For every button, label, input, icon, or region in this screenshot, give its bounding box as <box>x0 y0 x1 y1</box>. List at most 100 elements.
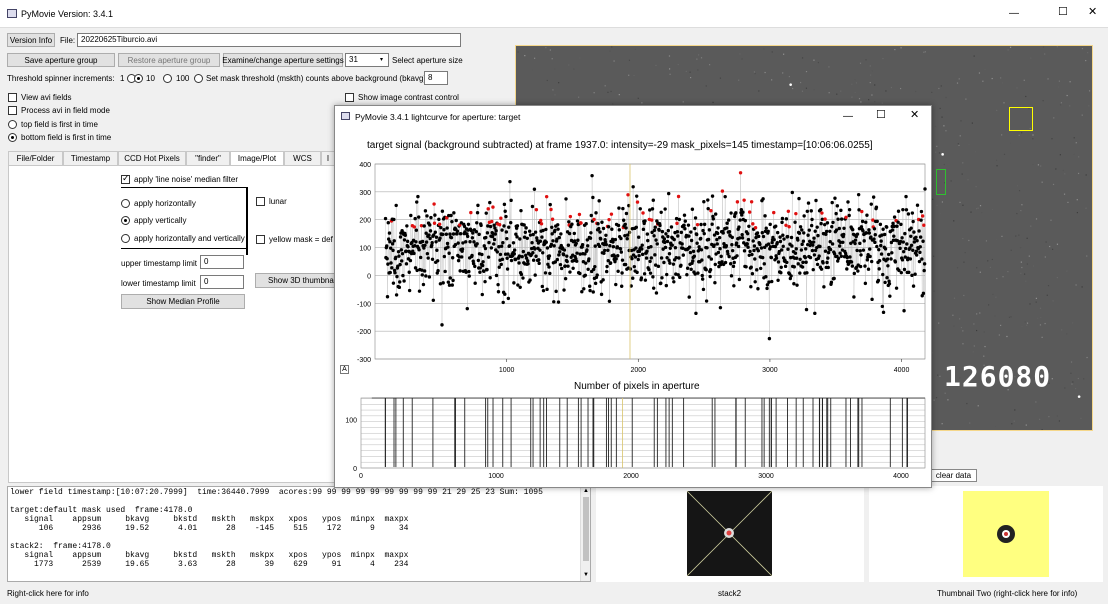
tab-image-plot[interactable]: Image/Plot <box>230 151 284 165</box>
data-point <box>825 221 830 225</box>
data-point <box>896 209 901 213</box>
noise-pixel <box>958 144 960 147</box>
data-point <box>407 270 411 274</box>
increment-10-radio[interactable] <box>134 74 143 83</box>
tab-more[interactable]: I <box>321 151 335 165</box>
data-point <box>501 300 505 305</box>
show-3d-thumbnail-button[interactable]: Show 3D thumbnail <box>255 273 335 288</box>
mask-threshold-spinner[interactable]: 8 <box>424 71 448 85</box>
data-point <box>475 221 479 225</box>
minimize-button[interactable]: — <box>843 111 853 122</box>
data-point <box>922 268 926 273</box>
data-point <box>434 240 438 244</box>
apply-horizontally-radio[interactable] <box>121 199 130 208</box>
data-point <box>740 236 745 240</box>
close-button[interactable]: ✕ <box>1088 7 1097 18</box>
plot2-title: Number of pixels in aperture <box>574 381 700 392</box>
stack2-aperture-box[interactable] <box>936 169 946 195</box>
data-point <box>718 247 722 251</box>
tab-timestamp[interactable]: Timestamp <box>63 151 118 165</box>
apply-both-radio[interactable] <box>121 234 130 243</box>
data-point <box>414 228 419 232</box>
data-point <box>784 217 789 221</box>
data-point <box>424 240 429 244</box>
log-textarea[interactable]: lower field timestamp:[10:07:20.7999] ti… <box>7 486 591 582</box>
data-point <box>593 281 598 286</box>
close-button[interactable]: ✕ <box>910 110 919 121</box>
data-point <box>700 277 705 281</box>
tab-wcs[interactable]: WCS <box>284 151 321 165</box>
data-point <box>564 197 568 201</box>
tab-file-folder[interactable]: File/Folder <box>8 151 63 165</box>
line-noise-checkbox[interactable]: ✓ <box>121 173 130 184</box>
noise-pixel <box>851 83 853 85</box>
noise-pixel <box>1066 333 1068 335</box>
upper-timestamp-spinner[interactable]: 0 <box>200 255 244 269</box>
scroll-thumb[interactable] <box>583 497 589 561</box>
data-point <box>456 241 460 245</box>
noise-pixel <box>817 61 820 64</box>
signal-plot[interactable]: -300 -200 -100 0 100 200 300 400 1000 2000 3000 400… <box>335 154 931 376</box>
status-left[interactable]: Right-click here for info <box>7 588 89 599</box>
top-field-radio[interactable] <box>8 120 17 129</box>
data-point <box>450 256 455 260</box>
noise-pixel <box>689 71 691 73</box>
y-tick-label: 400 <box>359 162 371 169</box>
data-point <box>732 284 736 288</box>
examine-aperture-button[interactable]: Examine/change aperture settings <box>222 53 344 67</box>
tab-ccd-hot-pixels[interactable]: CCD Hot Pixels <box>118 151 186 165</box>
increment-100-radio[interactable] <box>163 74 172 83</box>
save-aperture-group-button[interactable]: Save aperture group <box>7 53 115 67</box>
scroll-up-icon[interactable]: ▲ <box>583 488 589 494</box>
maximize-button[interactable]: ☐ <box>876 110 886 121</box>
data-point <box>902 267 907 272</box>
thumbnail-two[interactable] <box>963 491 1049 577</box>
data-point <box>759 266 763 271</box>
data-point <box>595 273 599 277</box>
tab-finder[interactable]: "finder" <box>186 151 230 165</box>
data-point <box>872 227 877 231</box>
clear-data-button[interactable]: clear data <box>930 469 977 482</box>
apply-vertically-radio[interactable] <box>121 216 130 225</box>
noise-pixel <box>967 179 969 181</box>
noise-pixel <box>961 212 964 214</box>
target-aperture-box[interactable] <box>1009 107 1033 131</box>
data-point <box>702 200 706 204</box>
lunar-checkbox[interactable] <box>256 197 265 206</box>
bottom-field-radio[interactable] <box>8 133 17 142</box>
yellow-mask-checkbox[interactable] <box>256 235 265 244</box>
data-point <box>519 208 523 213</box>
pixels-plot[interactable]: 01000 1000 2000 3000 4000 <box>335 394 931 486</box>
data-point <box>687 245 692 249</box>
lightcurve-title-bar: PyMovie 3.4.1 lightcurve for aperture: t… <box>335 106 931 128</box>
data-point <box>798 257 802 261</box>
status-right[interactable]: Thumbnail Two (right-click here for info… <box>937 588 1077 599</box>
thumbnail-one[interactable] <box>687 491 772 576</box>
data-point <box>392 217 396 222</box>
restore-aperture-group-button[interactable]: Restore aperture group <box>118 53 220 67</box>
maximize-button[interactable]: ☐ <box>1058 7 1068 18</box>
noise-pixel <box>1008 316 1011 318</box>
noise-pixel <box>1018 190 1021 192</box>
data-point <box>427 233 431 237</box>
minimize-button[interactable]: — <box>1009 8 1019 19</box>
data-point <box>723 260 728 265</box>
version-info-button[interactable]: Version Info <box>7 33 55 47</box>
contrast-control-checkbox[interactable] <box>345 93 354 102</box>
auto-range-button[interactable]: A <box>340 365 349 374</box>
scroll-down-icon[interactable]: ▼ <box>583 572 589 578</box>
file-field[interactable]: 20220625Tiburcio.avi <box>77 33 461 47</box>
data-point <box>616 223 621 228</box>
view-avi-fields-checkbox[interactable] <box>8 93 17 102</box>
show-median-profile-button[interactable]: Show Median Profile <box>121 294 245 309</box>
log-scrollbar[interactable]: ▲ ▼ <box>580 487 590 581</box>
noise-pixel <box>970 211 972 213</box>
set-mask-threshold-radio[interactable] <box>194 74 203 83</box>
data-point <box>774 224 778 228</box>
lower-timestamp-spinner[interactable]: 0 <box>200 275 244 289</box>
process-avi-checkbox[interactable] <box>8 106 17 115</box>
lunar-label: lunar <box>269 197 287 206</box>
data-point <box>690 207 695 211</box>
data-point <box>710 194 715 198</box>
noise-pixel <box>882 57 884 60</box>
